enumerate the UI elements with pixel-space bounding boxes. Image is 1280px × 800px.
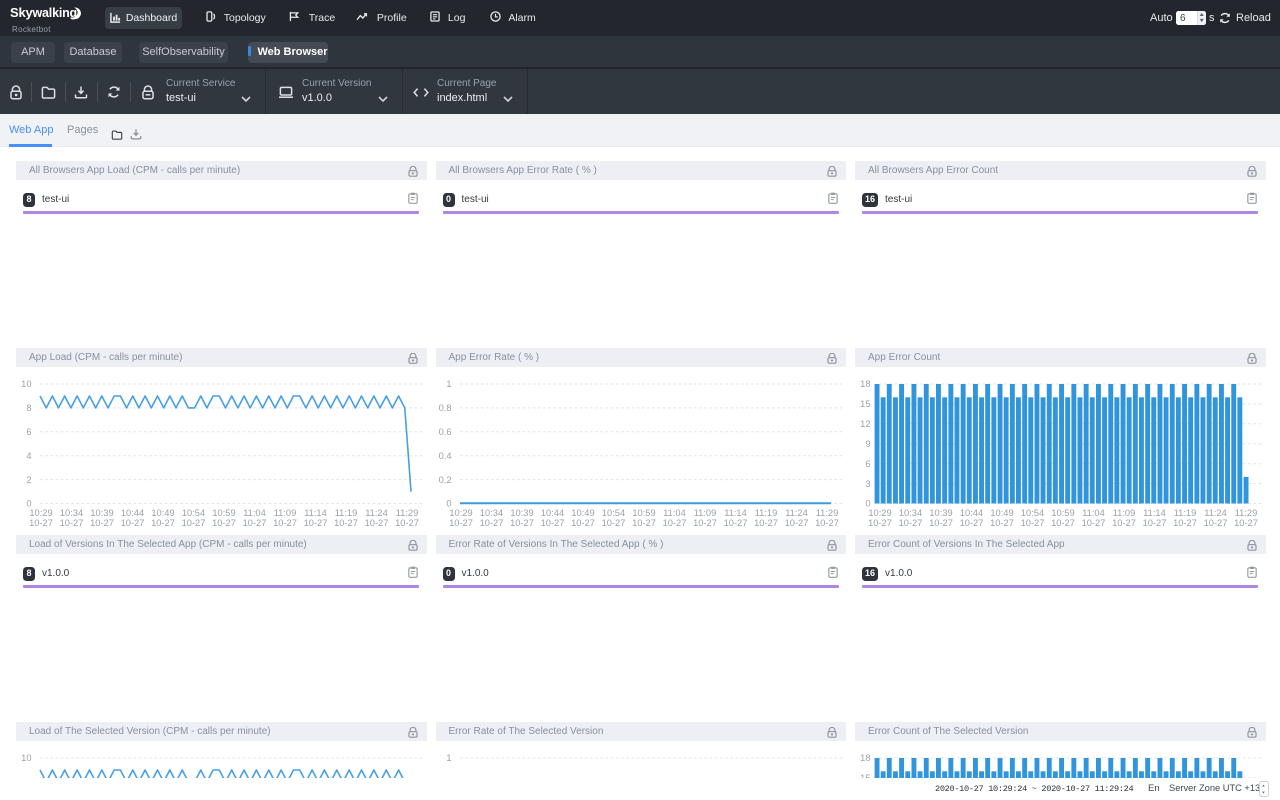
svg-text:10:59: 10:59: [212, 508, 235, 518]
svg-text:10-27: 10-27: [1234, 518, 1258, 527]
svg-text:10-27: 10-27: [273, 518, 297, 527]
svg-text:10-27: 10-27: [1204, 518, 1228, 527]
svg-text:10-27: 10-27: [601, 518, 625, 527]
svg-text:3: 3: [865, 479, 870, 489]
svg-text:10:44: 10:44: [540, 508, 563, 518]
svg-text:10:39: 10:39: [90, 508, 113, 518]
svg-text:11:19: 11:19: [754, 508, 777, 518]
svg-text:10-27: 10-27: [815, 518, 839, 527]
svg-text:10-27: 10-27: [90, 518, 114, 527]
svg-text:10:29: 10:29: [449, 508, 472, 518]
svg-text:10-27: 10-27: [60, 518, 84, 527]
svg-text:10-27: 10-27: [395, 518, 419, 527]
svg-text:10:29: 10:29: [29, 508, 52, 518]
svg-text:10-27: 10-27: [212, 518, 236, 527]
svg-text:10-27: 10-27: [899, 518, 923, 527]
svg-text:6: 6: [26, 427, 31, 437]
svg-text:10:34: 10:34: [899, 508, 922, 518]
svg-text:4: 4: [26, 451, 31, 461]
svg-text:11:04: 11:04: [243, 508, 266, 518]
svg-text:10:54: 10:54: [1021, 508, 1044, 518]
svg-text:1: 1: [446, 379, 451, 389]
svg-text:6: 6: [865, 459, 870, 469]
svg-text:11:14: 11:14: [724, 508, 747, 518]
svg-text:0.2: 0.2: [438, 475, 451, 485]
svg-text:10-27: 10-27: [662, 518, 686, 527]
svg-text:10:44: 10:44: [960, 508, 983, 518]
svg-text:2: 2: [26, 475, 31, 485]
svg-text:11:09: 11:09: [274, 508, 297, 518]
svg-text:10:54: 10:54: [601, 508, 624, 518]
svg-text:10-27: 10-27: [571, 518, 595, 527]
svg-text:10:29: 10:29: [868, 508, 891, 518]
svg-text:11:14: 11:14: [1143, 508, 1166, 518]
svg-text:10-27: 10-27: [632, 518, 656, 527]
svg-text:11:29: 11:29: [815, 508, 838, 518]
svg-text:10-27: 10-27: [868, 518, 892, 527]
svg-text:10:39: 10:39: [929, 508, 952, 518]
svg-text:11:29: 11:29: [1235, 508, 1258, 518]
svg-text:10:54: 10:54: [182, 508, 205, 518]
svg-text:10:39: 10:39: [510, 508, 533, 518]
svg-text:10-27: 10-27: [510, 518, 534, 527]
svg-text:8: 8: [26, 403, 31, 413]
svg-text:1: 1: [446, 753, 451, 763]
svg-text:11:19: 11:19: [335, 508, 358, 518]
svg-text:10: 10: [21, 753, 31, 763]
svg-text:9: 9: [865, 439, 870, 449]
svg-text:10-27: 10-27: [29, 518, 53, 527]
svg-text:10-27: 10-27: [1051, 518, 1075, 527]
svg-text:10:49: 10:49: [571, 508, 594, 518]
svg-text:10-27: 10-27: [1021, 518, 1045, 527]
svg-text:10-27: 10-27: [990, 518, 1014, 527]
svg-text:0.6: 0.6: [438, 427, 451, 437]
svg-text:10: 10: [21, 379, 31, 389]
svg-text:10-27: 10-27: [540, 518, 564, 527]
svg-text:11:09: 11:09: [693, 508, 716, 518]
svg-text:10-27: 10-27: [929, 518, 953, 527]
svg-text:10-27: 10-27: [1082, 518, 1106, 527]
svg-text:0.8: 0.8: [438, 403, 451, 413]
svg-text:10:34: 10:34: [60, 508, 83, 518]
svg-text:10:49: 10:49: [990, 508, 1013, 518]
svg-text:11:19: 11:19: [1174, 508, 1197, 518]
svg-text:15: 15: [860, 399, 870, 409]
svg-text:10-27: 10-27: [334, 518, 358, 527]
svg-text:10-27: 10-27: [182, 518, 206, 527]
svg-text:10:49: 10:49: [151, 508, 174, 518]
svg-text:10:34: 10:34: [479, 508, 502, 518]
svg-text:10-27: 10-27: [304, 518, 328, 527]
svg-text:10-27: 10-27: [1143, 518, 1167, 527]
svg-text:10-27: 10-27: [693, 518, 717, 527]
svg-text:12: 12: [860, 419, 870, 429]
svg-text:0.4: 0.4: [438, 451, 451, 461]
svg-text:10-27: 10-27: [243, 518, 267, 527]
svg-text:10-27: 10-27: [449, 518, 473, 527]
svg-text:10-27: 10-27: [960, 518, 984, 527]
svg-text:11:04: 11:04: [663, 508, 686, 518]
svg-text:10-27: 10-27: [723, 518, 747, 527]
svg-text:11:04: 11:04: [1082, 508, 1105, 518]
svg-text:10:59: 10:59: [632, 508, 655, 518]
svg-text:11:24: 11:24: [1204, 508, 1227, 518]
svg-text:10:44: 10:44: [121, 508, 144, 518]
svg-text:10-27: 10-27: [1173, 518, 1197, 527]
svg-text:11:14: 11:14: [304, 508, 327, 518]
svg-text:11:09: 11:09: [1113, 508, 1136, 518]
svg-text:10-27: 10-27: [754, 518, 778, 527]
svg-text:11:24: 11:24: [365, 508, 388, 518]
svg-text:10-27: 10-27: [1112, 518, 1136, 527]
svg-text:18: 18: [860, 379, 870, 389]
svg-text:10:59: 10:59: [1051, 508, 1074, 518]
svg-text:10-27: 10-27: [365, 518, 389, 527]
svg-text:10-27: 10-27: [784, 518, 808, 527]
svg-text:11:29: 11:29: [396, 508, 419, 518]
svg-text:11:24: 11:24: [785, 508, 808, 518]
svg-text:10-27: 10-27: [151, 518, 175, 527]
svg-text:10-27: 10-27: [479, 518, 503, 527]
svg-text:10-27: 10-27: [121, 518, 145, 527]
svg-text:18: 18: [860, 753, 870, 763]
